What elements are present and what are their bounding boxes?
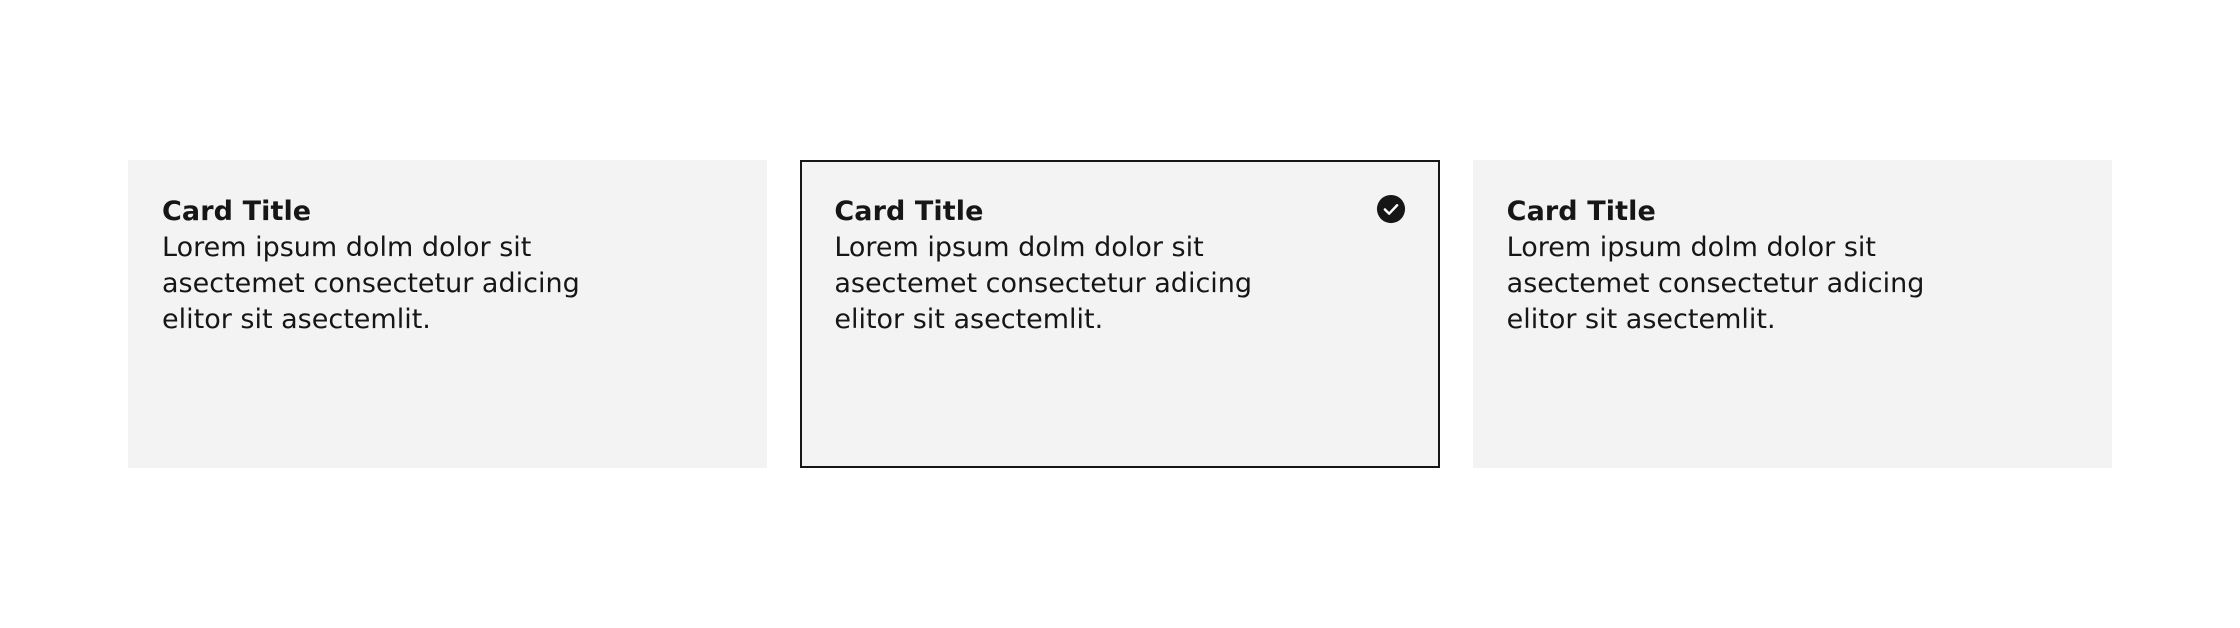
- tile-description: Lorem ipsum dolm dolor sit asectemet con…: [834, 232, 1253, 335]
- tile-title: Card Title: [1506, 196, 1656, 227]
- selectable-tile-2-selected[interactable]: Card Title Lorem ipsum dolm dolor sit as…: [800, 160, 1440, 468]
- tile-description: Lorem ipsum dolm dolor sit asectemet con…: [162, 232, 580, 335]
- selectable-tile-3[interactable]: Card Title Lorem ipsum dolm dolor sit as…: [1472, 160, 2112, 468]
- checkmark-filled-icon: [1376, 194, 1406, 224]
- tile-title: Card Title: [834, 196, 984, 227]
- selectable-tile-1[interactable]: Card Title Lorem ipsum dolm dolor sit as…: [128, 160, 768, 468]
- tile-title: Card Title: [162, 196, 312, 227]
- selectable-tile-group: Card Title Lorem ipsum dolm dolor sit as…: [128, 160, 2112, 468]
- tile-description: Lorem ipsum dolm dolor sit asectemet con…: [1506, 232, 1925, 335]
